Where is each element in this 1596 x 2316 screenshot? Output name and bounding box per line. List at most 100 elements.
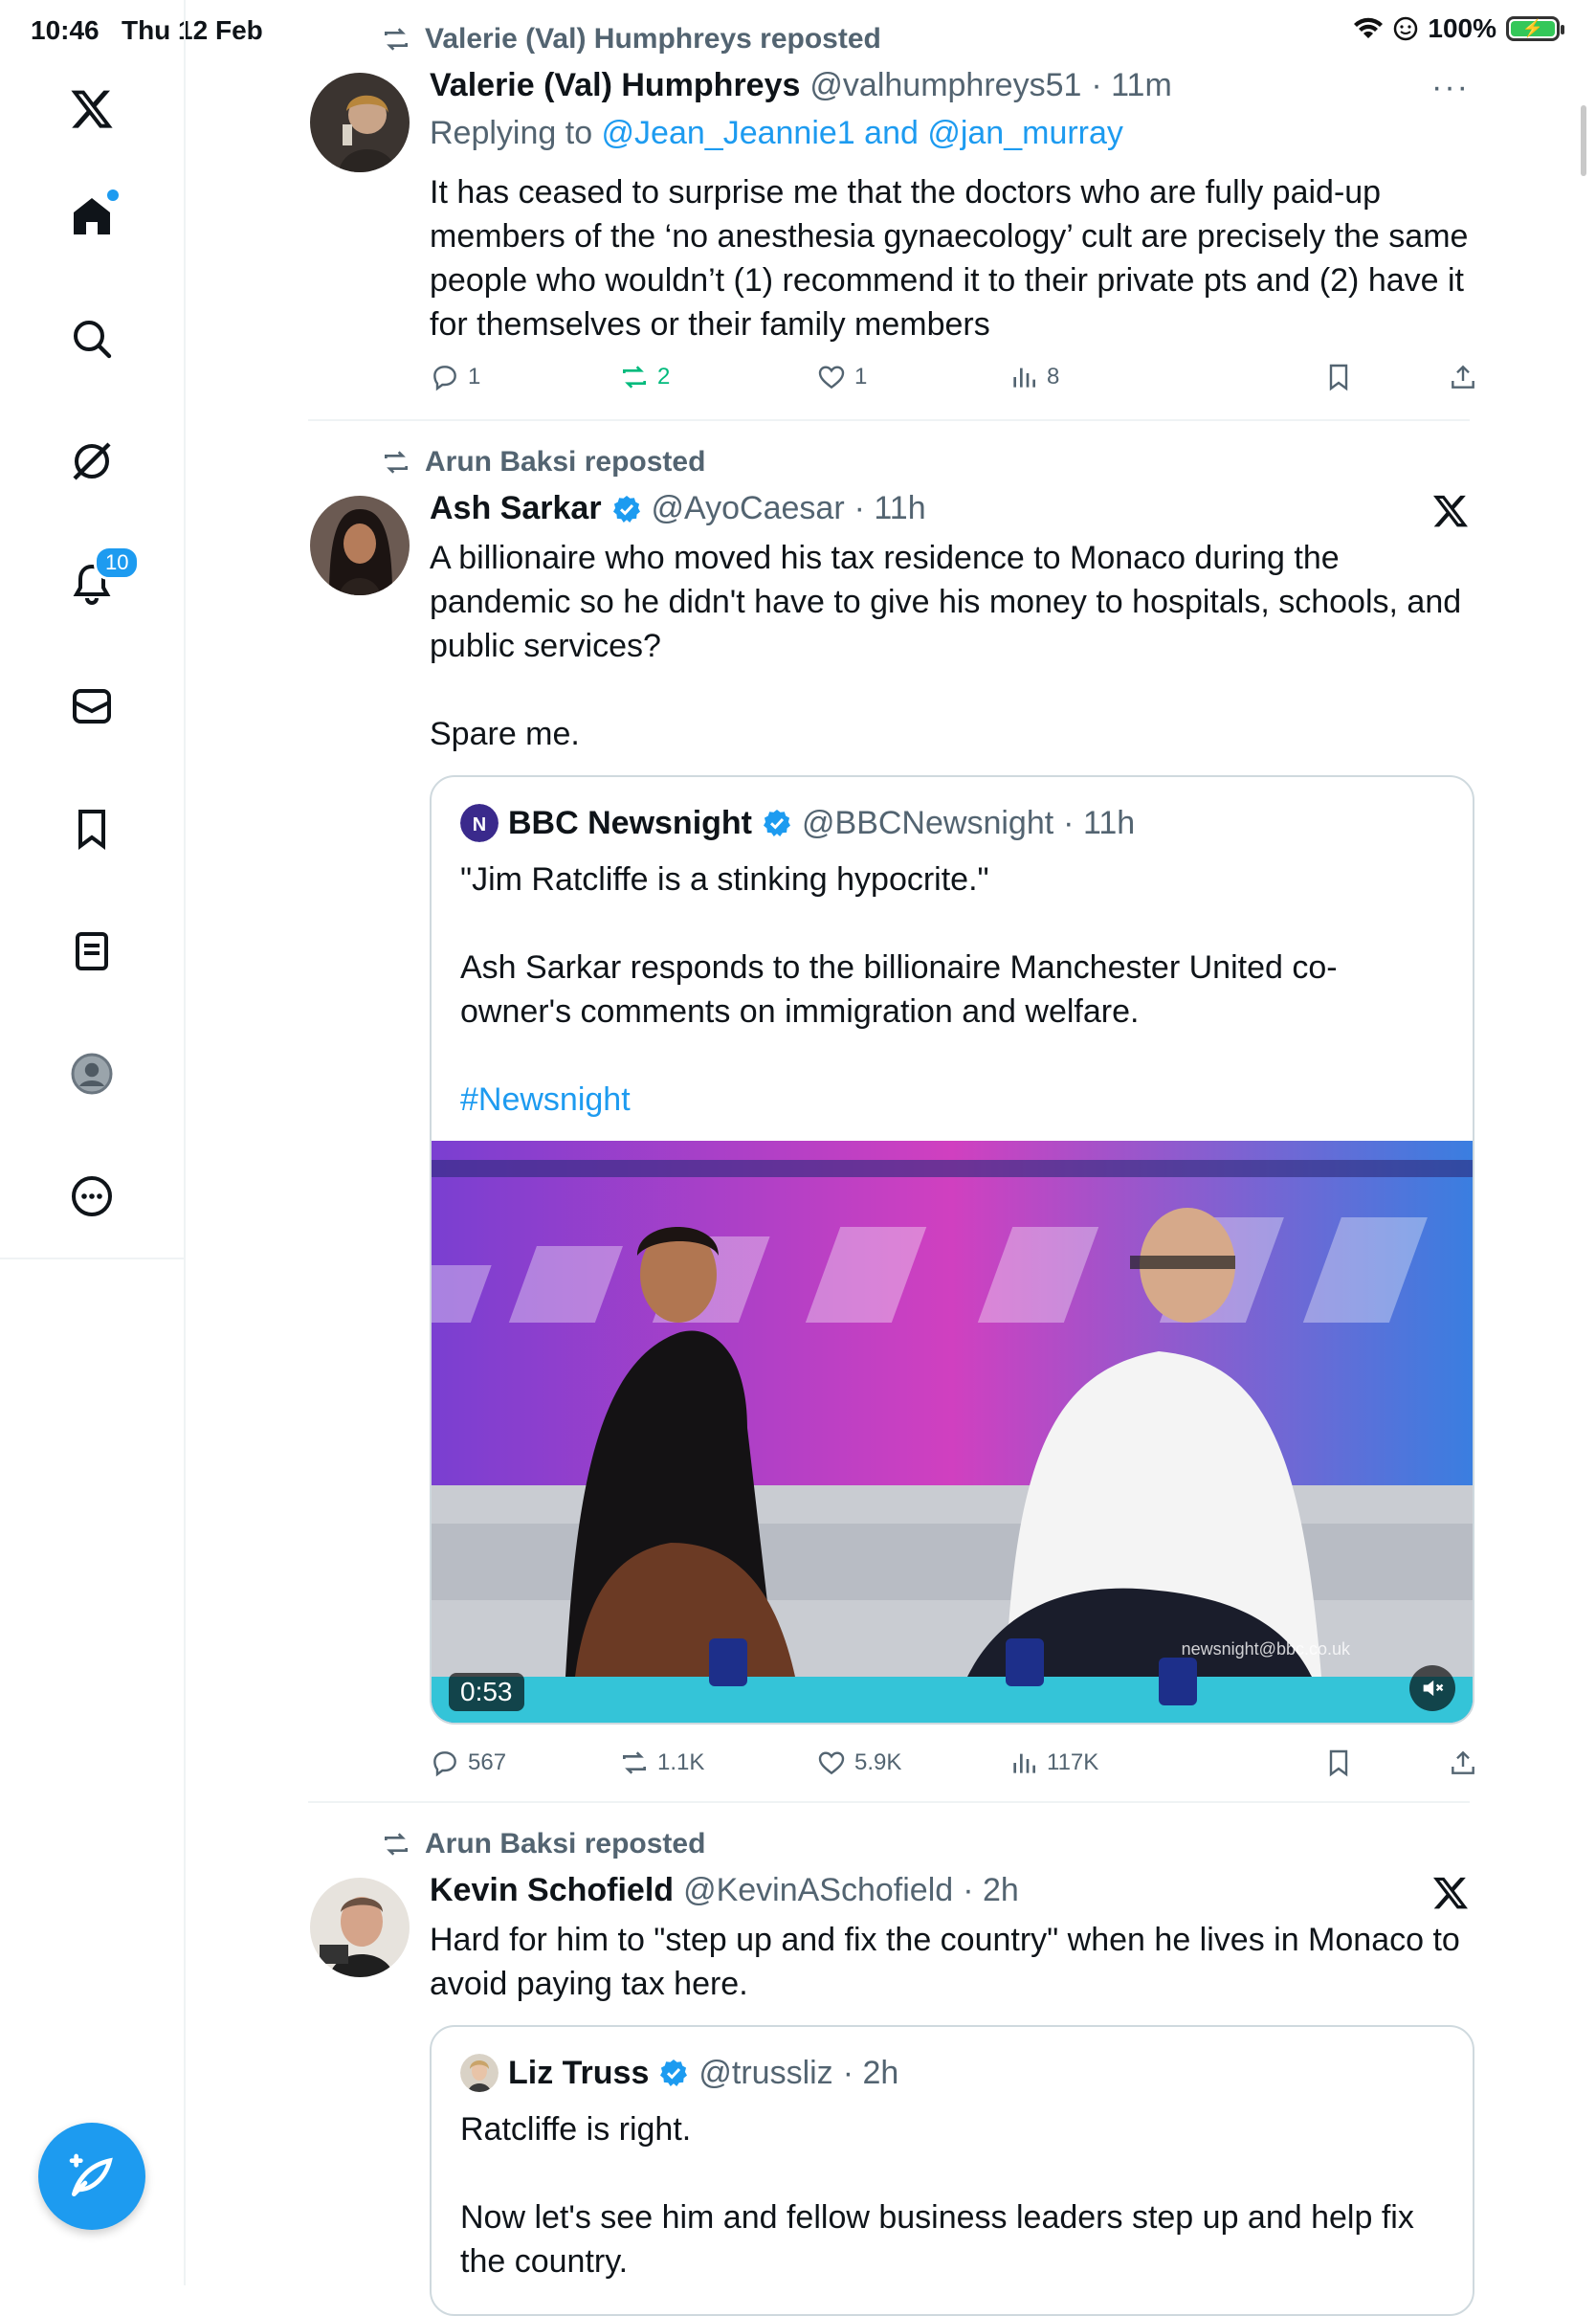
tweet-time[interactable]: · 11h xyxy=(854,490,926,527)
tweet-text: It has ceased to surprise me that the do… xyxy=(430,174,1477,343)
repost-icon xyxy=(385,1833,408,1856)
lists-icon[interactable] xyxy=(57,917,126,986)
bookmark-button[interactable] xyxy=(1323,1748,1354,1778)
bookmark-icon xyxy=(1329,1749,1348,1777)
messages-icon[interactable] xyxy=(57,672,126,741)
author-handle[interactable]: @KevinASchofield xyxy=(683,1872,953,1909)
quoted-tweet-time: · 11h xyxy=(1063,804,1136,841)
quoted-tweet-text: Ratcliffe is right. Now let's see him an… xyxy=(460,2111,1414,2280)
repost-context: Arun Baksi reposted xyxy=(381,1828,705,1860)
author-name[interactable]: Valerie (Val) Humphreys xyxy=(430,67,800,104)
heart-icon xyxy=(818,366,845,390)
notifications-icon[interactable]: 10 xyxy=(57,546,141,618)
tweet-header: Kevin Schofield @KevinASchofield · 2h xyxy=(430,1872,1019,1909)
views-button[interactable]: 117K xyxy=(1009,1748,1098,1778)
tweet-text: A billionaire who moved his tax residenc… xyxy=(430,540,1462,752)
reply-button[interactable]: 1 xyxy=(430,362,480,392)
reply-icon xyxy=(433,1751,456,1777)
repost-icon xyxy=(623,1751,646,1774)
verified-badge-icon xyxy=(764,810,790,836)
quoted-tweet[interactable]: Liz Truss @trussliz · 2h Ratcliffe is ri… xyxy=(430,2025,1474,2316)
like-button[interactable]: 1 xyxy=(816,362,867,392)
tweet-actions: 1 2 1 8 xyxy=(430,362,1474,400)
tweet-time[interactable]: · 2h xyxy=(963,1872,1019,1909)
sidebar: 10 xyxy=(0,0,186,2285)
replying-to: Replying to @Jean_Jeannie1 and @jan_murr… xyxy=(430,115,1123,151)
bookmark-button[interactable] xyxy=(1323,362,1354,392)
repost-icon xyxy=(385,451,408,474)
repost-context: Valerie (Val) Humphreys reposted xyxy=(381,23,881,56)
scrollbar[interactable] xyxy=(1581,105,1586,176)
x-logo-icon[interactable] xyxy=(1431,492,1470,530)
reply-targets[interactable]: @Jean_Jeannie1 and @jan_murray xyxy=(602,115,1123,151)
more-options-icon[interactable]: ··· xyxy=(1431,69,1470,106)
views-icon xyxy=(1013,1753,1035,1773)
repost-context: Arun Baksi reposted xyxy=(381,446,705,479)
repost-icon xyxy=(385,28,408,51)
grok-icon[interactable] xyxy=(57,427,126,496)
focus-icon xyxy=(1394,16,1418,41)
search-icon[interactable] xyxy=(57,304,126,373)
avatar[interactable] xyxy=(310,1878,410,1977)
quoted-tweet-text: "Jim Ratcliffe is a stinking hypocrite."… xyxy=(460,861,1338,1030)
wifi-icon xyxy=(1354,17,1384,38)
hashtag-link[interactable]: #Newsnight xyxy=(460,1078,1446,1122)
reply-icon xyxy=(433,366,456,391)
profile-icon[interactable] xyxy=(57,1039,126,1108)
author-handle[interactable]: @valhumphreys51 xyxy=(809,67,1081,104)
divider xyxy=(308,1801,1470,1803)
tweet-time[interactable]: · 11m xyxy=(1091,67,1171,104)
quoted-author-handle[interactable]: @trussliz xyxy=(698,2055,832,2092)
quoted-author-name[interactable]: Liz Truss xyxy=(508,2055,649,2092)
quoted-tweet-header: Liz Truss @trussliz · 2h xyxy=(460,2054,898,2092)
video-duration: 0:53 xyxy=(449,1673,524,1711)
battery-icon: ⚡ xyxy=(1506,16,1564,41)
tweet-actions: 567 1.1K 5.9K 117K xyxy=(430,1748,1474,1786)
reply-button[interactable]: 567 xyxy=(430,1748,506,1778)
share-icon xyxy=(1452,365,1474,389)
repost-icon xyxy=(623,366,646,389)
quoted-author-handle[interactable]: @BBCNewsnight xyxy=(802,805,1053,842)
sidebar-divider xyxy=(0,1258,184,1259)
svg-text:N: N xyxy=(473,814,486,835)
quoted-tweet[interactable]: N BBC Newsnight @BBCNewsnight · 11h "Jim… xyxy=(430,775,1474,1725)
quoted-tweet-time: · 2h xyxy=(842,2054,899,2091)
notifications-badge: 10 xyxy=(94,546,141,580)
share-icon xyxy=(1452,1750,1474,1774)
more-icon[interactable] xyxy=(57,1162,126,1231)
speaker-muted-icon xyxy=(1423,1680,1444,1697)
repost-button[interactable]: 1.1K xyxy=(619,1748,704,1778)
tweet-header: Ash Sarkar @AyoCaesar · 11h xyxy=(430,490,926,527)
author-name[interactable]: Kevin Schofield xyxy=(430,1872,674,1909)
heart-icon xyxy=(818,1751,845,1775)
battery-percent: 100% xyxy=(1428,13,1496,43)
bookmark-icon xyxy=(1329,364,1348,391)
x-logo-icon[interactable] xyxy=(1431,1874,1470,1912)
avatar[interactable] xyxy=(310,73,410,172)
quoted-avatar[interactable]: N xyxy=(460,804,499,842)
share-button[interactable] xyxy=(1448,362,1478,392)
share-button[interactable] xyxy=(1448,1748,1478,1778)
quoted-avatar[interactable] xyxy=(460,2054,499,2092)
bookmarks-icon[interactable] xyxy=(57,794,126,863)
author-handle[interactable]: @AyoCaesar xyxy=(652,490,845,527)
views-icon xyxy=(1013,367,1035,388)
views-button[interactable]: 8 xyxy=(1009,362,1059,392)
repost-button[interactable]: 2 xyxy=(619,362,670,392)
tweet-text: Hard for him to "step up and fix the cou… xyxy=(430,1922,1470,2002)
like-button[interactable]: 5.9K xyxy=(816,1748,901,1778)
mute-button[interactable] xyxy=(1409,1665,1455,1711)
verified-badge-icon xyxy=(612,495,640,523)
quoted-author-name[interactable]: BBC Newsnight xyxy=(508,805,752,842)
tweet-header: Valerie (Val) Humphreys @valhumphreys51 … xyxy=(430,67,1172,104)
compose-feather-icon xyxy=(69,2153,113,2196)
video-player[interactable]: newsnight@bbc.co.uk 0:53 xyxy=(432,1141,1473,1723)
home-unread-dot xyxy=(107,189,119,201)
verified-badge-icon xyxy=(660,2060,688,2086)
home-icon[interactable] xyxy=(57,182,126,251)
video-watermark: newsnight@bbc.co.uk xyxy=(1181,1639,1350,1659)
avatar[interactable] xyxy=(310,496,410,595)
author-name[interactable]: Ash Sarkar xyxy=(430,490,602,527)
compose-button[interactable] xyxy=(38,2123,145,2230)
x-logo-icon[interactable] xyxy=(57,75,126,144)
